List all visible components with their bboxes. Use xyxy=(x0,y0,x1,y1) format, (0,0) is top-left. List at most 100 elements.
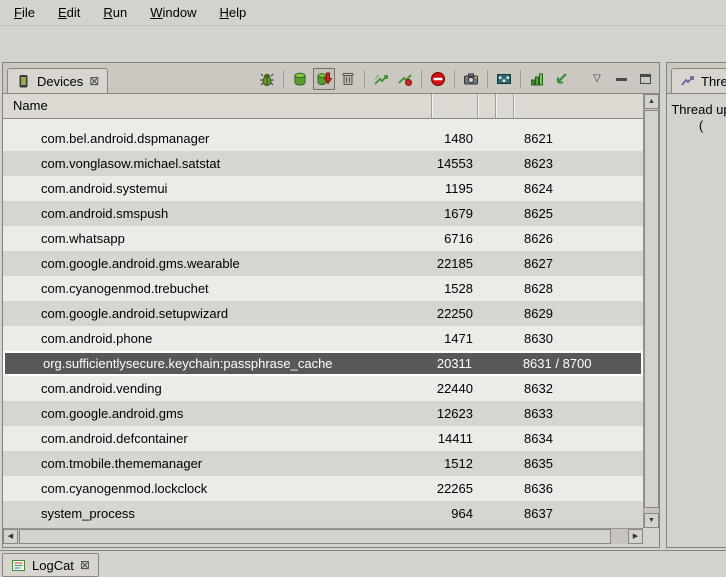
process-port: 8635 xyxy=(514,456,643,471)
menu-window[interactable]: Window xyxy=(140,1,206,24)
process-pid: 14411 xyxy=(433,431,480,446)
process-name: com.tmobile.thememanager xyxy=(3,456,433,471)
process-name: com.vonglasow.michael.satstat xyxy=(3,156,433,171)
process-name: com.android.phone xyxy=(3,331,433,346)
process-name: com.google.android.gms xyxy=(3,406,433,421)
table-row[interactable]: com.android.smspush 1679 8625 xyxy=(3,201,643,226)
process-pid: 12623 xyxy=(433,406,480,421)
process-pid: 1195 xyxy=(433,181,480,196)
threads-message-line2: ( xyxy=(667,118,726,134)
process-name: com.cyanogenmod.lockclock xyxy=(3,481,433,496)
process-port: 8636 xyxy=(514,481,643,496)
minimize-icon[interactable] xyxy=(610,68,632,90)
table-row[interactable]: system_process 964 8637 xyxy=(3,501,643,526)
process-name: com.cyanogenmod.trebuchet xyxy=(3,281,433,296)
column-header-3[interactable] xyxy=(478,94,496,118)
vertical-scrollbar[interactable]: ▲ ▼ xyxy=(643,94,659,528)
process-name: com.bel.android.dspmanager xyxy=(3,131,433,146)
process-pid: 22440 xyxy=(433,381,480,396)
toolbar-separator xyxy=(364,70,365,88)
process-name: system_process xyxy=(3,506,433,521)
view-menu-icon[interactable]: ▽ xyxy=(586,68,608,90)
update-threads-icon[interactable] xyxy=(370,68,392,90)
table-row[interactable]: com.google.android.gms.wearable 22185 86… xyxy=(3,251,643,276)
menu-edit[interactable]: Edit xyxy=(48,1,90,24)
process-pid: 14553 xyxy=(433,156,480,171)
process-port: 8630 xyxy=(514,331,643,346)
table-row[interactable]: com.android.defcontainer 14411 8634 xyxy=(3,426,643,451)
scroll-left-button[interactable]: ◀ xyxy=(3,529,18,544)
close-icon[interactable]: ⊠ xyxy=(80,559,90,571)
horizontal-scroll-thumb[interactable] xyxy=(19,529,611,544)
table-row[interactable]: com.bel.android.dspmanager 1480 8621 xyxy=(3,126,643,151)
close-icon[interactable]: ⊠ xyxy=(89,75,99,87)
table-row[interactable]: com.whatsapp 6716 8626 xyxy=(3,226,643,251)
tab-threads[interactable]: Threads xyxy=(671,68,726,93)
tab-devices[interactable]: Devices ⊠ xyxy=(7,68,108,93)
table-row[interactable]: com.cyanogenmod.trebuchet 1528 8628 xyxy=(3,276,643,301)
column-header-port[interactable] xyxy=(514,94,643,118)
hierarchy-view-icon[interactable] xyxy=(550,68,572,90)
scroll-right-button[interactable]: ▶ xyxy=(628,529,643,544)
arrow-up-icon: ▲ xyxy=(648,98,655,105)
main-toolbar xyxy=(0,26,726,60)
dump-hprof-icon[interactable] xyxy=(313,68,335,90)
process-pid: 1471 xyxy=(433,331,480,346)
table-row[interactable]: com.google.android.setupwizard 22250 862… xyxy=(3,301,643,326)
device-icon xyxy=(16,74,31,89)
logcat-bar: LogCat ⊠ xyxy=(0,550,726,577)
threads-message: Thread up ( xyxy=(667,94,726,134)
process-pid: 964 xyxy=(433,506,480,521)
process-name: com.android.smspush xyxy=(3,206,433,221)
process-pid: 1528 xyxy=(433,281,480,296)
process-pid: 1480 xyxy=(433,131,480,146)
scroll-down-button[interactable]: ▼ xyxy=(644,513,659,528)
column-header-pid[interactable] xyxy=(432,94,479,118)
toolbar-separator xyxy=(421,70,422,88)
screen-record-icon[interactable] xyxy=(493,68,515,90)
horizontal-scrollbar[interactable]: ◀ ▶ xyxy=(3,528,643,544)
menubar: File Edit Run Window Help xyxy=(0,0,726,26)
device-table-body: com.bel.android.dspmanager 1480 8621 com… xyxy=(3,119,643,528)
column-header-4[interactable] xyxy=(496,94,514,118)
vertical-scroll-thumb[interactable] xyxy=(644,110,659,508)
start-method-profiling-icon[interactable] xyxy=(394,68,416,90)
menu-file[interactable]: File xyxy=(4,1,45,24)
system-information-icon[interactable] xyxy=(526,68,548,90)
table-row[interactable]: com.android.vending 22440 8632 xyxy=(3,376,643,401)
process-port: 8621 xyxy=(514,131,643,146)
process-pid: 1679 xyxy=(433,206,480,221)
process-port: 8633 xyxy=(514,406,643,421)
process-pid: 6716 xyxy=(433,231,480,246)
table-row[interactable]: com.google.android.gms 12623 8633 xyxy=(3,401,643,426)
maximize-icon[interactable] xyxy=(634,68,656,90)
process-port: 8626 xyxy=(514,231,643,246)
menu-run[interactable]: Run xyxy=(93,1,137,24)
debug-process-icon[interactable] xyxy=(256,68,278,90)
table-row[interactable]: com.cyanogenmod.lockclock 22265 8636 xyxy=(3,476,643,501)
toolbar-separator xyxy=(454,70,455,88)
process-port: 8625 xyxy=(514,206,643,221)
scroll-up-button[interactable]: ▲ xyxy=(644,94,659,109)
table-row[interactable]: com.vonglasow.michael.satstat 14553 8623 xyxy=(3,151,643,176)
menu-help[interactable]: Help xyxy=(209,1,256,24)
process-pid: 22265 xyxy=(433,481,480,496)
update-heap-icon[interactable] xyxy=(289,68,311,90)
cause-gc-icon[interactable] xyxy=(337,68,359,90)
screen-capture-icon[interactable] xyxy=(460,68,482,90)
column-header-name[interactable]: Name xyxy=(3,94,432,118)
process-port: 8628 xyxy=(514,281,643,296)
table-row[interactable]: com.android.systemui 1195 8624 xyxy=(3,176,643,201)
arrow-left-icon: ◀ xyxy=(8,533,13,540)
process-port: 8627 xyxy=(514,256,643,271)
stop-process-icon[interactable] xyxy=(427,68,449,90)
tab-threads-label: Threads xyxy=(701,74,726,89)
process-name: org.sufficientlysecure.keychain:passphra… xyxy=(5,356,432,371)
arrow-down-icon: ▼ xyxy=(648,517,655,524)
table-row[interactable]: com.android.phone 1471 8630 xyxy=(3,326,643,351)
table-row[interactable]: com.tmobile.thememanager 1512 8635 xyxy=(3,451,643,476)
table-row[interactable]: org.sufficientlysecure.keychain:passphra… xyxy=(3,351,643,376)
toolbar-separator xyxy=(283,70,284,88)
arrow-right-icon: ▶ xyxy=(633,533,638,540)
tab-logcat[interactable]: LogCat ⊠ xyxy=(2,553,99,577)
